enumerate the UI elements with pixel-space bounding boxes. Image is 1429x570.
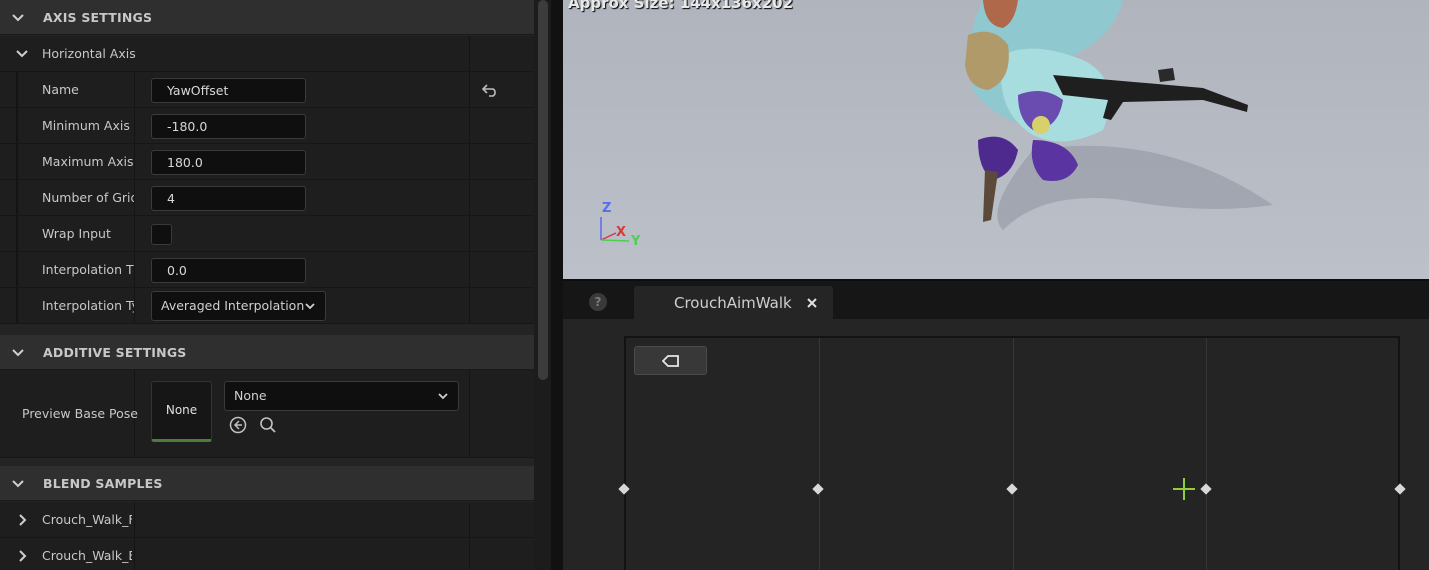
tab-label: CrouchAimWalk	[674, 294, 792, 312]
back-button[interactable]	[634, 346, 707, 375]
section-title: AXIS SETTINGS	[43, 10, 153, 25]
tab-crouchaimwalk[interactable]: CrouchAimWalk	[634, 286, 833, 320]
property-row-name: Name YawOffset	[0, 72, 534, 108]
details-scrollbar-thumb[interactable]	[538, 0, 548, 380]
blend-space-grid[interactable]	[624, 336, 1400, 570]
blend-sample-item[interactable]: Crouch_Walk_F	[0, 502, 534, 538]
property-row-interp-type: Interpolation Type Averaged Interpolatio…	[0, 288, 534, 324]
chevron-right-icon	[19, 550, 27, 562]
property-label: Maximum Axis Value	[42, 154, 134, 169]
blend-samples-header[interactable]: BLEND SAMPLES	[0, 466, 534, 501]
axis-z-label: Z	[602, 201, 612, 216]
reset-arrow-icon[interactable]	[482, 83, 498, 97]
property-row-preview-base-pose: Preview Base Pose None None	[0, 370, 534, 458]
axis-y-label: Y	[631, 234, 641, 249]
property-label: Wrap Input	[42, 226, 111, 241]
asset-thumbnail[interactable]: None	[151, 381, 212, 442]
grid-line	[819, 338, 820, 570]
close-icon[interactable]	[805, 296, 819, 310]
panel-splitter[interactable]	[551, 0, 563, 570]
help-icon[interactable]: ?	[589, 293, 607, 311]
interpolation-type-dropdown[interactable]: Averaged Interpolation	[151, 291, 326, 321]
property-label: Interpolation Time	[42, 262, 134, 277]
min-axis-value-input[interactable]: -180.0	[151, 114, 306, 139]
max-axis-value-input[interactable]: 180.0	[151, 150, 306, 175]
back-arrow-icon	[662, 355, 679, 367]
grid-divisions-input[interactable]: 4	[151, 186, 306, 211]
dropdown-value: None	[234, 388, 267, 403]
axis-x-label: X	[616, 225, 627, 240]
group-label: Horizontal Axis	[42, 46, 136, 61]
chevron-down-icon	[305, 303, 315, 310]
character-preview	[563, 0, 1429, 279]
chevron-down-icon	[12, 14, 24, 22]
details-panel: AXIS SETTINGS Horizontal Axis Name YawOf…	[0, 0, 534, 570]
additive-settings-header[interactable]: ADDITIVE SETTINGS	[0, 335, 534, 370]
chevron-down-icon	[12, 480, 24, 488]
grid-line	[1013, 338, 1014, 570]
editor-tab-bar: ? CrouchAimWalk	[563, 279, 1429, 320]
horizontal-axis-group[interactable]: Horizontal Axis	[0, 36, 534, 72]
grid-line	[1206, 338, 1207, 570]
axis-gizmo: Z X Y	[596, 201, 646, 251]
interpolation-time-input[interactable]: 0.0	[151, 258, 306, 283]
property-row-wrap-input: Wrap Input	[0, 216, 534, 252]
wrap-input-checkbox[interactable]	[151, 224, 172, 245]
blend-sample-label: Crouch_Walk_F	[42, 512, 132, 527]
axis-settings-header[interactable]: AXIS SETTINGS	[0, 0, 534, 35]
property-row-min: Minimum Axis Value -180.0	[0, 108, 534, 144]
preview-base-pose-dropdown[interactable]: None	[224, 381, 459, 411]
blend-sample-item[interactable]: Crouch_Walk_B	[0, 538, 534, 570]
section-title: BLEND SAMPLES	[43, 476, 163, 491]
chevron-right-icon	[19, 514, 27, 526]
property-label: Number of Grid Divisions	[42, 190, 134, 205]
chevron-down-icon	[16, 50, 28, 58]
dropdown-value: Averaged Interpolation	[161, 298, 305, 313]
property-label: Interpolation Type	[42, 298, 134, 313]
search-icon[interactable]	[259, 416, 277, 434]
blend-sample-label: Crouch_Walk_B	[42, 548, 132, 563]
axis-name-input[interactable]: YawOffset	[151, 78, 306, 103]
property-label: Minimum Axis Value	[42, 118, 134, 133]
approx-size-label: Approx Size: 144x136x202	[568, 0, 794, 12]
property-row-max: Maximum Axis Value 180.0	[0, 144, 534, 180]
property-row-grid-divisions: Number of Grid Divisions 4	[0, 180, 534, 216]
blend-space-graph-area	[563, 319, 1429, 570]
chevron-down-icon	[438, 393, 448, 400]
preview-viewport[interactable]: Approx Size: 144x136x202 Z X Y	[563, 0, 1429, 279]
property-label: Preview Base Pose	[22, 406, 138, 421]
preview-crosshair-icon[interactable]	[1172, 477, 1196, 501]
chevron-down-icon	[12, 349, 24, 357]
section-title: ADDITIVE SETTINGS	[43, 345, 187, 360]
browse-icon[interactable]	[229, 416, 247, 434]
property-row-interp-time: Interpolation Time 0.0	[0, 252, 534, 288]
property-label: Name	[42, 82, 79, 97]
